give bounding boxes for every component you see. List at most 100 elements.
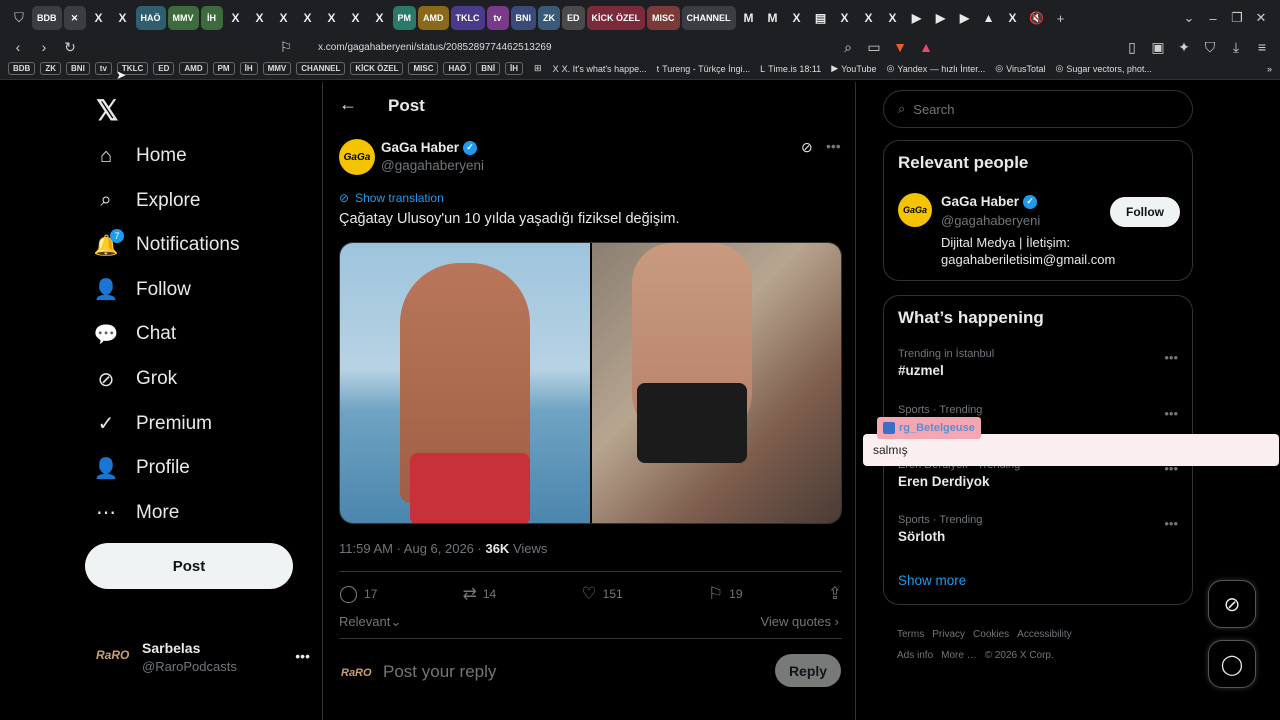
show-more-link[interactable]: Show more bbox=[898, 573, 966, 588]
sidebar-item-explore[interactable]: ⌕ Explore bbox=[92, 179, 200, 223]
person-handle[interactable]: @gagahaberyeni bbox=[941, 213, 1040, 228]
reply-button[interactable]: ◯ 17 bbox=[339, 584, 377, 604]
x-logo-icon[interactable]: 𝕏 bbox=[96, 94, 119, 127]
more-bookmarks-chevron-icon[interactable]: » bbox=[1267, 64, 1272, 74]
forward-arrow-icon[interactable]: › bbox=[36, 39, 52, 55]
browser-tab[interactable]: X bbox=[882, 6, 904, 30]
footer-link[interactable]: Terms bbox=[897, 629, 924, 640]
bookmark-folder[interactable]: tv bbox=[94, 62, 112, 75]
sidebar-icon[interactable]: ▯ bbox=[1124, 39, 1140, 56]
media-photo-after[interactable] bbox=[591, 243, 841, 523]
bookmark-folder[interactable]: MISC bbox=[408, 62, 439, 75]
bookmark-folder[interactable]: PM bbox=[212, 62, 235, 75]
tweet-timestamp[interactable]: 11:59 AM · Aug 6, 2026 · bbox=[339, 541, 485, 556]
bookmark-folder[interactable]: CHANNEL bbox=[296, 62, 346, 75]
browser-tab[interactable]: X bbox=[297, 6, 319, 30]
browser-tab[interactable]: M bbox=[738, 6, 760, 30]
browser-tab[interactable]: İH bbox=[200, 6, 223, 30]
chat-fab-button[interactable]: ◯ bbox=[1208, 640, 1256, 688]
bookmark-link[interactable]: X X. It's what's happe... bbox=[553, 63, 647, 74]
browser-tab[interactable]: X bbox=[1002, 6, 1024, 30]
browser-tab[interactable]: MMV bbox=[167, 6, 199, 30]
tab-list-chevron-icon[interactable]: ⌄ bbox=[1178, 6, 1200, 30]
browser-tab[interactable]: M bbox=[762, 6, 784, 30]
menu-icon[interactable]: ≡ bbox=[1254, 39, 1270, 55]
new-tab-button[interactable]: + bbox=[1050, 6, 1072, 30]
bookmark-folder[interactable]: ZK bbox=[40, 62, 62, 75]
more-dots-icon[interactable]: ••• bbox=[1164, 406, 1178, 421]
back-arrow-icon[interactable]: ‹ bbox=[10, 39, 26, 55]
reload-icon[interactable]: ↻ bbox=[62, 39, 78, 56]
like-button[interactable]: ♡ 151 bbox=[581, 584, 622, 604]
sidebar-item-home[interactable]: ⌂ Home bbox=[92, 134, 187, 178]
address-input[interactable]: x.com/gagahaberyeni/status/2085289774462… bbox=[318, 42, 830, 53]
post-button[interactable]: Post bbox=[85, 543, 293, 589]
bookmark-folder[interactable]: HAÖ bbox=[443, 62, 472, 75]
footer-link[interactable]: Privacy bbox=[932, 629, 965, 640]
show-translation-link[interactable]: ⊘ Show translation bbox=[339, 191, 444, 205]
browser-tab[interactable]: 🔇 bbox=[1026, 6, 1048, 30]
browser-tab[interactable]: ▶ bbox=[906, 6, 928, 30]
zoom-icon[interactable]: ⌕ bbox=[840, 39, 856, 56]
minimize-button[interactable]: – bbox=[1202, 6, 1224, 30]
browser-tab[interactable]: X bbox=[112, 6, 134, 30]
author-name[interactable]: GaGa Haber ✓ bbox=[381, 140, 478, 155]
browser-tab[interactable]: X bbox=[88, 6, 110, 30]
brave-rewards-icon[interactable]: ▲ bbox=[918, 39, 934, 55]
browser-tab[interactable]: ▤ bbox=[810, 6, 832, 30]
footer-link[interactable]: Cookies bbox=[973, 629, 1009, 640]
footer-link[interactable]: More … bbox=[941, 650, 977, 661]
back-arrow-icon[interactable]: ← bbox=[339, 94, 357, 115]
person-name[interactable]: GaGa Haber ✓ bbox=[941, 194, 1038, 209]
repost-button[interactable]: ⇄ 14 bbox=[463, 584, 497, 604]
extensions-icon[interactable]: ✦ bbox=[1176, 39, 1192, 56]
sidebar-item-chat[interactable]: 💬 Chat bbox=[92, 312, 177, 356]
browser-tab[interactable]: ZK bbox=[538, 6, 560, 30]
sidebar-item-premium[interactable]: ✓ Premium bbox=[92, 402, 212, 446]
browser-tab[interactable]: BNI bbox=[510, 6, 536, 30]
trend-item[interactable]: Trending in İstanbul #uzmel ••• bbox=[898, 348, 1180, 378]
browser-tab[interactable]: MISC bbox=[647, 6, 680, 30]
bookmark-folder[interactable]: KİCK ÖZEL bbox=[350, 62, 404, 75]
reply-submit-button[interactable]: Reply bbox=[775, 654, 841, 687]
browser-tab[interactable]: X bbox=[369, 6, 391, 30]
download-icon[interactable]: ⤓ bbox=[1228, 39, 1244, 56]
cast-icon[interactable]: ▭ bbox=[866, 39, 882, 56]
browser-tab[interactable]: CHANNEL bbox=[681, 6, 736, 30]
share-button[interactable]: ⇪ bbox=[828, 584, 842, 604]
bookmark-link[interactable]: L Time.is 18:11 bbox=[760, 63, 821, 74]
more-dots-icon[interactable]: ••• bbox=[1164, 350, 1178, 365]
browser-tab[interactable]: AMD bbox=[418, 6, 449, 30]
vpn-icon[interactable]: ⛉ bbox=[1202, 39, 1218, 56]
bookmark-folder[interactable]: BNI bbox=[66, 62, 90, 75]
bookmark-link[interactable]: t Tureng - Türkçe İngi... bbox=[657, 63, 751, 74]
bookmark-button[interactable]: ⚐ 19 bbox=[708, 584, 743, 604]
sidebar-item-notifications[interactable]: 🔔 7 Notifications bbox=[92, 223, 240, 267]
bookmark-folder[interactable]: BDB bbox=[8, 62, 36, 75]
bookmark-folder[interactable]: İH bbox=[505, 62, 524, 75]
browser-tab[interactable]: ▲ bbox=[978, 6, 1000, 30]
browser-tab[interactable]: ED bbox=[562, 6, 585, 30]
grok-fab-button[interactable]: ⊘ bbox=[1208, 580, 1256, 628]
wallet-icon[interactable]: ▣ bbox=[1150, 39, 1166, 56]
bookmark-folder[interactable]: ED bbox=[153, 62, 175, 75]
browser-tab[interactable]: X bbox=[249, 6, 271, 30]
tweet-media[interactable] bbox=[339, 242, 842, 524]
search-input[interactable]: ⌕ Search bbox=[883, 90, 1193, 128]
account-switcher[interactable]: RaRO Sarbelas @RaroPodcasts ••• bbox=[96, 638, 316, 678]
browser-tab[interactable]: ✕ bbox=[63, 6, 86, 30]
browser-tab[interactable]: X bbox=[321, 6, 343, 30]
bookmark-link[interactable]: ◎ VirusTotal bbox=[995, 63, 1045, 74]
browser-tab[interactable]: X bbox=[273, 6, 295, 30]
browser-tab[interactable]: X bbox=[345, 6, 367, 30]
follow-button[interactable]: Follow bbox=[1110, 197, 1180, 227]
footer-link[interactable]: Ads info bbox=[897, 650, 933, 661]
bookmark-folder[interactable]: MMV bbox=[262, 62, 292, 75]
browser-tab[interactable]: KİCK ÖZEL bbox=[586, 6, 646, 30]
bookmark-link[interactable]: ▶ YouTube bbox=[831, 63, 876, 74]
browser-tab[interactable]: X bbox=[786, 6, 808, 30]
bookmark-link[interactable]: ◎ Yandex — hızlı İnter... bbox=[887, 63, 986, 74]
grok-icon[interactable]: ⊘ bbox=[801, 139, 813, 156]
footer-link[interactable]: © 2026 X Corp. bbox=[985, 650, 1054, 661]
reply-input[interactable]: Post your reply bbox=[383, 662, 496, 682]
